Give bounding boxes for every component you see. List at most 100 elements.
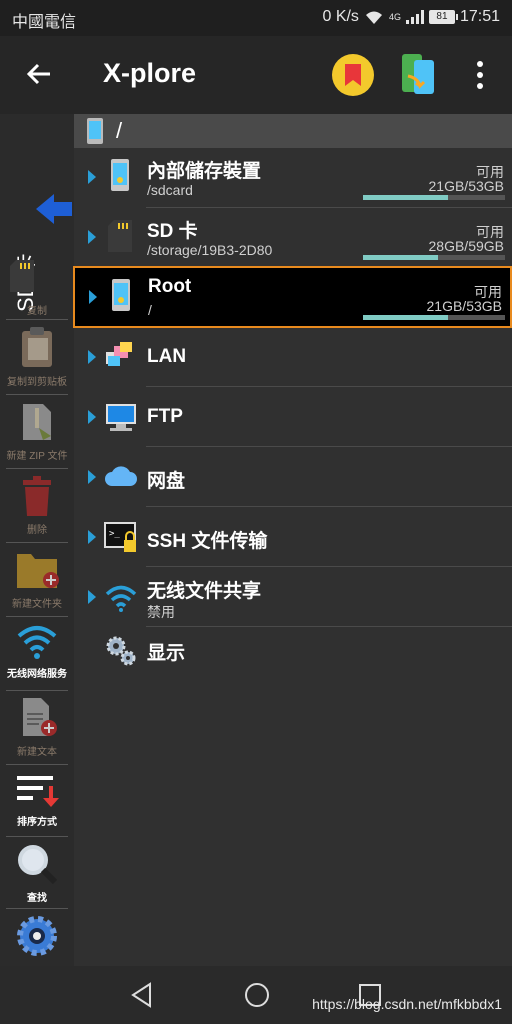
other-pane-tab[interactable]: SD 卡 xyxy=(0,174,74,312)
expand-arrow-icon[interactable] xyxy=(88,230,96,244)
nav-back-icon[interactable] xyxy=(130,982,154,1008)
storage-usage-bar xyxy=(363,255,505,260)
gear-icon xyxy=(17,916,57,956)
item-name: 无线文件共享 xyxy=(147,581,262,602)
root-storage-icon xyxy=(112,279,130,311)
divider xyxy=(6,908,68,909)
tool-copy[interactable]: 复制 xyxy=(0,300,74,317)
list-item-internal-storage[interactable]: 內部儲存裝置 /sdcard 可用 21GB/53GB xyxy=(74,148,512,206)
storage-usage-fill xyxy=(363,255,439,260)
new-text-icon xyxy=(23,698,57,736)
network-type: 4G xyxy=(388,12,401,22)
divider xyxy=(6,394,68,395)
tool-new-text[interactable]: 新建文本 xyxy=(0,696,74,758)
divider xyxy=(6,319,68,320)
trash-icon xyxy=(23,476,51,516)
clipboard-icon xyxy=(22,327,52,367)
storage-size: 28GB/59GB xyxy=(428,238,505,254)
tool-new-zip-label: 新建 ZIP 文件 xyxy=(6,451,68,462)
network-speed: 0 K/s xyxy=(322,8,359,25)
carrier-label: 中國電信 xyxy=(12,14,77,31)
storage-path: /sdcard xyxy=(147,182,193,198)
pane-arrow-icon xyxy=(36,194,72,224)
storage-path: / xyxy=(148,302,152,318)
list-item-root[interactable]: Root / 可用 21GB/53GB xyxy=(73,266,512,328)
list-item-ssh[interactable]: >_ SSH 文件传输 xyxy=(74,508,512,568)
item-name: SSH 文件传输 xyxy=(147,531,268,552)
expand-arrow-icon[interactable] xyxy=(88,530,96,544)
cloud-icon xyxy=(105,466,137,486)
tool-delete[interactable]: 删除 xyxy=(0,476,74,536)
list-item-display[interactable]: 显示 xyxy=(74,628,512,672)
clock: 17:51 xyxy=(459,8,500,25)
list-item-ftp[interactable]: FTP xyxy=(74,388,512,448)
tool-new-folder-label: 新建文件夹 xyxy=(12,599,62,610)
navigation-bar: https://blog.csdn.net/mfkbbdx1 xyxy=(0,966,512,1024)
tool-sort[interactable]: 排序方式 xyxy=(0,774,74,828)
divider xyxy=(146,386,512,387)
expand-arrow-icon[interactable] xyxy=(89,290,97,304)
list-item-lan[interactable]: LAN xyxy=(74,328,512,388)
wifi-icon xyxy=(17,626,57,659)
divider xyxy=(6,616,68,617)
tool-wifi-server[interactable]: 无线网络服务 xyxy=(0,624,74,680)
overflow-menu-icon[interactable] xyxy=(470,58,490,92)
bookmark-button[interactable] xyxy=(332,54,374,96)
search-icon xyxy=(18,845,58,885)
svg-text:>_: >_ xyxy=(109,529,120,539)
tool-new-folder[interactable]: 新建文件夹 xyxy=(0,550,74,610)
ftp-icon xyxy=(106,404,136,431)
wifi-share-icon xyxy=(105,585,137,612)
current-path: / xyxy=(116,118,123,143)
item-name: FTP xyxy=(147,406,183,427)
divider xyxy=(146,626,512,627)
list-item-cloud[interactable]: 网盘 xyxy=(74,448,512,508)
divider xyxy=(6,690,68,691)
storage-device-icon xyxy=(87,118,103,144)
expand-arrow-icon[interactable] xyxy=(88,470,96,484)
tool-copy-to-clipboard-label: 复制到剪贴板 xyxy=(7,377,67,388)
sd-card-icon xyxy=(10,260,34,292)
zip-icon xyxy=(23,404,51,440)
new-folder-icon xyxy=(17,554,59,588)
expand-arrow-icon[interactable] xyxy=(88,410,96,424)
divider xyxy=(6,836,68,837)
sd-card-icon xyxy=(108,220,132,252)
bookmark-icon xyxy=(345,64,361,86)
tool-wifi-server-label: 无线网络服务 xyxy=(7,669,67,680)
back-arrow-icon[interactable] xyxy=(22,56,58,92)
divider xyxy=(6,764,68,765)
tool-copy-to-clipboard[interactable]: 复制到剪贴板 xyxy=(0,326,74,388)
divider xyxy=(6,468,68,469)
tool-delete-label: 删除 xyxy=(27,525,47,536)
watermark: https://blog.csdn.net/mfkbbdx1 xyxy=(312,996,502,1012)
status-right: 0 K/s 4G 81 17:51 xyxy=(322,8,500,26)
item-name: 网盘 xyxy=(147,471,186,492)
tool-search-label: 查找 xyxy=(27,893,47,904)
copy-to-other-pane-icon[interactable] xyxy=(400,52,438,96)
expand-arrow-icon[interactable] xyxy=(88,590,96,604)
list-item-wifi-share[interactable]: 无线文件共享 禁用 xyxy=(74,568,512,628)
tool-new-zip[interactable]: 新建 ZIP 文件 xyxy=(0,402,74,462)
storage-path: /storage/19B3-2D80 xyxy=(147,242,273,258)
storage-usage-bar xyxy=(363,195,505,200)
expand-arrow-icon[interactable] xyxy=(88,350,96,364)
list-item-sd-card[interactable]: SD 卡 /storage/19B3-2D80 可用 28GB/59GB xyxy=(74,208,512,266)
item-status: 禁用 xyxy=(147,604,175,620)
divider xyxy=(6,542,68,543)
storage-size: 21GB/53GB xyxy=(428,178,505,194)
expand-arrow-icon[interactable] xyxy=(88,170,96,184)
tool-new-text-label: 新建文本 xyxy=(17,747,57,758)
ssh-icon: >_ xyxy=(104,522,136,552)
tool-panel: SD 卡 复制 复制到剪贴板 新建 ZIP 文件 删除 新建文件夹 无线网络服务… xyxy=(0,114,74,978)
status-bar: 中國電信 0 K/s 4G 81 17:51 xyxy=(0,0,512,36)
file-list: 內部儲存裝置 /sdcard 可用 21GB/53GB SD 卡 /storag… xyxy=(73,148,512,966)
tool-search[interactable]: 查找 xyxy=(0,842,74,904)
nav-home-icon[interactable] xyxy=(244,982,270,1008)
battery-indicator: 81 xyxy=(428,10,458,24)
divider xyxy=(146,506,512,507)
wifi-signal-icon xyxy=(365,11,382,24)
tool-copy-label: 复制 xyxy=(27,306,47,317)
tool-sort-label: 排序方式 xyxy=(17,817,57,828)
path-bar[interactable]: / xyxy=(74,114,512,148)
